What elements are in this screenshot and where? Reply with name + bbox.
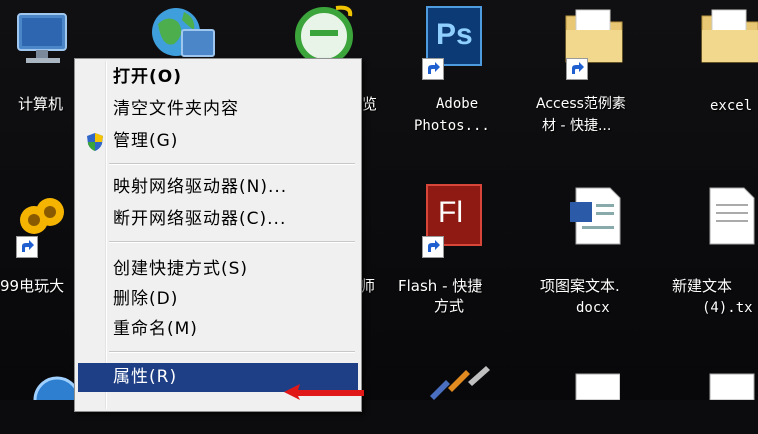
menu-item-rename-label: 重命名(M) [113, 319, 198, 339]
menu-item-delete[interactable]: 删除(D) [78, 285, 358, 314]
menu-item-create-shortcut-label: 创建快捷方式(S) [113, 259, 249, 279]
word-document-icon[interactable] [566, 184, 630, 248]
photoshop-logo-text: Ps [436, 18, 473, 51]
menu-separator [109, 351, 355, 353]
flash-icon[interactable]: Fl [422, 184, 486, 258]
partial-document-icon[interactable] [566, 370, 630, 434]
menu-item-rename[interactable]: 重命名(M) [78, 315, 358, 344]
menu-item-open[interactable]: 打开(O) [78, 63, 358, 92]
photoshop-label-line1: Adobe [436, 96, 479, 112]
photoshop-label-line2: Photos... [414, 118, 490, 134]
excel-folder-label: excel [710, 98, 753, 114]
photoshop-icon[interactable]: Ps [422, 6, 486, 80]
paint-brush-icon[interactable] [426, 362, 490, 426]
shortcut-arrow-icon [422, 236, 444, 258]
shortcut-arrow-icon [16, 236, 38, 258]
computer-icon[interactable] [12, 8, 76, 72]
docx-label-line2: docx [576, 300, 610, 316]
flash-logo-text: Fl [438, 196, 463, 229]
game-icon[interactable] [8, 190, 72, 258]
menu-item-map-network-drive[interactable]: 映射网络驱动器(N)... [78, 173, 358, 202]
access-folder-label-line1: Access范例素 [536, 96, 626, 112]
menu-item-empty-folder-label: 清空文件夹内容 [113, 99, 239, 119]
menu-separator [109, 163, 355, 165]
game-label: 99电玩大 [0, 277, 65, 295]
folder-icon[interactable] [698, 6, 758, 70]
menu-item-manage[interactable]: 管理(G) [78, 127, 358, 156]
text-document-icon[interactable] [700, 184, 758, 248]
folder-icon[interactable] [562, 6, 626, 80]
shortcut-arrow-icon [422, 58, 444, 80]
red-arrow-pointer-icon [284, 384, 364, 404]
browser-label: 览 [362, 95, 378, 113]
menu-item-delete-label: 删除(D) [113, 289, 179, 309]
docx-label-line1: 项图案文本. [540, 277, 620, 295]
txt-label-line2: (4).tx [702, 300, 753, 316]
computer-label: 计算机 [18, 95, 64, 113]
menu-item-empty-folder[interactable]: 清空文件夹内容 [78, 95, 358, 124]
flash-label-line1: Flash - 快捷 [398, 277, 483, 295]
menu-item-open-label: 打开(O) [113, 67, 182, 87]
flash-label-line2: 方式 [434, 297, 465, 315]
partial-document-icon[interactable] [704, 370, 758, 434]
menu-item-disconnect-network-drive-label: 断开网络驱动器(C)... [113, 209, 287, 229]
shortcut-arrow-icon [566, 58, 588, 80]
context-menu: 打开(O) 清空文件夹内容 管理(G) 映射网络驱动器(N)... 断开网络驱动… [74, 58, 362, 412]
menu-item-map-network-drive-label: 映射网络驱动器(N)... [113, 177, 288, 197]
txt-label-line1: 新建文本 [672, 277, 733, 295]
menu-separator [109, 241, 355, 243]
menu-item-manage-label: 管理(G) [113, 131, 179, 151]
master-label: 师 [360, 277, 376, 295]
access-folder-label-line2: 材 - 快捷... [542, 118, 612, 134]
menu-item-disconnect-network-drive[interactable]: 断开网络驱动器(C)... [78, 205, 358, 234]
menu-item-create-shortcut[interactable]: 创建快捷方式(S) [78, 255, 358, 284]
uac-shield-icon [86, 132, 104, 162]
menu-item-properties-label: 属性(R) [113, 367, 178, 387]
